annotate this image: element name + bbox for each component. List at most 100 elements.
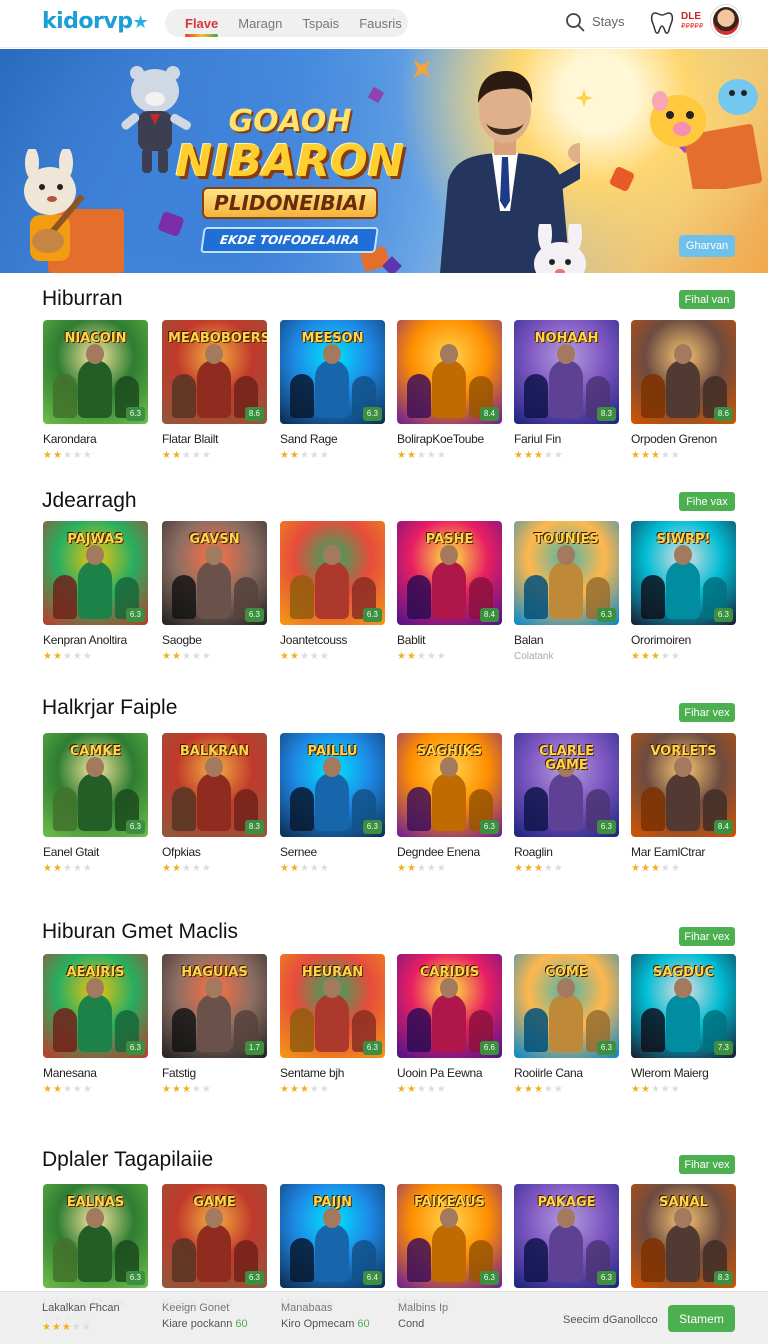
game-thumbnail[interactable]: EALNAS 6.3 <box>43 1184 148 1288</box>
notification-badge[interactable]: DLE ₽₽₽₽₽ <box>681 12 703 32</box>
game-name[interactable]: Ofpkias <box>162 845 267 859</box>
game-name[interactable]: Fariul Fin <box>514 432 619 446</box>
see-all-button[interactable]: Fihar vex <box>679 703 735 722</box>
game-thumbnail[interactable]: PAJWAS 6.3 <box>43 521 148 625</box>
game-name[interactable]: Karondara <box>43 432 148 446</box>
game-name[interactable]: Eanel Gtait <box>43 845 148 859</box>
game-card[interactable]: AEAIRIS 6.3 Manesana ★★★★★ <box>43 954 148 1096</box>
game-name[interactable]: Mar EamlCtrar <box>631 845 736 859</box>
app-logo[interactable]: kidorvp★ <box>42 9 149 34</box>
game-thumbnail[interactable]: VORLETS 8.4 <box>631 733 736 837</box>
game-card[interactable]: VORLETS 8.4 Mar EamlCtrar ★★★★★ <box>631 733 736 875</box>
game-name[interactable]: Sand Rage <box>280 432 385 446</box>
see-all-button[interactable]: Fihar vex <box>679 1155 735 1174</box>
game-thumbnail[interactable]: TOUNIES 6.3 <box>514 521 619 625</box>
banner-cta-button[interactable]: Gharvan <box>679 235 735 257</box>
game-name[interactable]: Ororimoiren <box>631 633 736 647</box>
game-name[interactable]: Orpoden Grenon <box>631 432 736 446</box>
game-thumbnail[interactable]: CLARLE GAME 6.3 <box>514 733 619 837</box>
bottom-item-3[interactable]: Manabaas Kiro Opmecam 60 <box>281 1300 370 1332</box>
search-label[interactable]: Stays <box>592 14 625 29</box>
game-card[interactable]: PAILLU 6.3 Sernee ★★★★★ <box>280 733 385 875</box>
game-card[interactable]: HAGUIAS 1.7 Fatstig ★★★★★ <box>162 954 267 1096</box>
game-card[interactable]: SAGHIKS 6.3 Degndee Enena ★★★★★ <box>397 733 502 875</box>
game-name[interactable]: Flatar Blailt <box>162 432 267 446</box>
game-thumbnail[interactable]: HAGUIAS 1.7 <box>162 954 267 1058</box>
game-thumbnail[interactable]: PAKAGE 6.3 <box>514 1184 619 1288</box>
game-thumbnail[interactable]: 6.3 <box>280 521 385 625</box>
bottom-item-2[interactable]: Keeign Gonet Kiare pockann 60 <box>162 1300 248 1332</box>
game-thumbnail[interactable]: CAMKE 6.3 <box>43 733 148 837</box>
game-name[interactable]: Sernee <box>280 845 385 859</box>
game-thumbnail[interactable]: SIWRP! 6.3 <box>631 521 736 625</box>
game-thumbnail[interactable]: GAVSN 6.3 <box>162 521 267 625</box>
game-card[interactable]: SIWRP! 6.3 Ororimoiren ★★★★★ <box>631 521 736 663</box>
game-card[interactable]: PAJWAS 6.3 Kenpran Anoltira ★★★★★ <box>43 521 148 663</box>
game-thumbnail[interactable]: PAILLU 6.3 <box>280 733 385 837</box>
game-thumbnail[interactable]: NOHAAH 8.3 <box>514 320 619 424</box>
game-name[interactable]: Sentame bjh <box>280 1066 385 1080</box>
game-thumbnail[interactable]: HEURAN 6.3 <box>280 954 385 1058</box>
game-card[interactable]: 8.6 Orpoden Grenon ★★★★★ <box>631 320 736 462</box>
game-name[interactable]: Degndee Enena <box>397 845 502 859</box>
game-thumbnail[interactable]: AEAIRIS 6.3 <box>43 954 148 1058</box>
game-name[interactable]: Joantetcouss <box>280 633 385 647</box>
see-all-button[interactable]: Fihe vax <box>679 492 735 511</box>
game-card[interactable]: CLARLE GAME 6.3 Roaglin ★★★★★ <box>514 733 619 875</box>
game-name[interactable]: Balan <box>514 633 619 647</box>
bottom-item-4[interactable]: Malbins Ip Cond <box>398 1300 448 1332</box>
game-thumbnail[interactable]: CARIDIS 6.6 <box>397 954 502 1058</box>
game-name[interactable]: Bablit <box>397 633 502 647</box>
game-thumbnail[interactable]: PAIJN 6.4 <box>280 1184 385 1288</box>
game-name[interactable]: Roaglin <box>514 845 619 859</box>
game-card[interactable]: 8.4 BolirapKoeToube ★★★★★ <box>397 320 502 462</box>
game-card[interactable]: SAGDUC 7.3 Wlerom Maierg ★★★★★ <box>631 954 736 1096</box>
game-card[interactable]: BALKRAN 8.3 Ofpkias ★★★★★ <box>162 733 267 875</box>
game-thumbnail[interactable]: SAGDUC 7.3 <box>631 954 736 1058</box>
game-thumbnail[interactable]: NIACOIN 6.3 <box>43 320 148 424</box>
game-card[interactable]: GAVSN 6.3 Saogbe ★★★★★ <box>162 521 267 663</box>
game-card[interactable]: MEABOBOERS 8.6 Flatar Blailt ★★★★★ <box>162 320 267 462</box>
game-card[interactable]: NIACOIN 6.3 Karondara ★★★★★ <box>43 320 148 462</box>
game-name[interactable]: Wlerom Maierg <box>631 1066 736 1080</box>
game-thumbnail[interactable]: MEABOBOERS 8.6 <box>162 320 267 424</box>
game-thumbnail[interactable]: SAGHIKS 6.3 <box>397 733 502 837</box>
bottom-search-label[interactable]: Seecim dGanollcco <box>563 1314 658 1326</box>
game-thumbnail[interactable]: COME 6.3 <box>514 954 619 1058</box>
game-card[interactable]: CAMKE 6.3 Eanel Gtait ★★★★★ <box>43 733 148 875</box>
game-thumbnail[interactable]: BALKRAN 8.3 <box>162 733 267 837</box>
game-card[interactable]: SANAL 8.3 <box>631 1184 736 1288</box>
tab-flave[interactable]: Flave <box>175 16 228 37</box>
game-card[interactable]: COME 6.3 Rooiirle Cana ★★★★★ <box>514 954 619 1096</box>
see-all-button[interactable]: Fihar vex <box>679 927 735 946</box>
game-thumbnail[interactable]: PASHE 8.4 <box>397 521 502 625</box>
game-card[interactable]: TOUNIES 6.3 Balan Colatank <box>514 521 619 663</box>
game-card[interactable]: NOHAAH 8.3 Fariul Fin ★★★★★ <box>514 320 619 462</box>
hero-banner[interactable]: GOAOH NIBARON PLIDONEIBIAI EKDE TOIFODEL… <box>0 49 768 273</box>
game-name[interactable]: BolirapKoeToube <box>397 432 502 446</box>
game-thumbnail[interactable]: 8.6 <box>631 320 736 424</box>
bottom-item-1[interactable]: Lakalkan Fhcan ★★★★★ <box>42 1300 120 1333</box>
game-name[interactable]: Kenpran Anoltira <box>43 633 148 647</box>
tooth-icon[interactable] <box>650 10 674 36</box>
game-thumbnail[interactable]: MEESON 6.3 <box>280 320 385 424</box>
search-icon[interactable] <box>565 12 585 32</box>
game-name[interactable]: Saogbe <box>162 633 267 647</box>
game-card[interactable]: MEESON 6.3 Sand Rage ★★★★★ <box>280 320 385 462</box>
tab-maragn[interactable]: Maragn <box>228 16 292 31</box>
game-name[interactable]: Uooin Pa Eewna <box>397 1066 502 1080</box>
game-thumbnail[interactable]: 8.4 <box>397 320 502 424</box>
game-name[interactable]: Rooiirle Cana <box>514 1066 619 1080</box>
bottom-action-button[interactable]: Stamem <box>668 1305 735 1332</box>
game-name[interactable]: Fatstig <box>162 1066 267 1080</box>
game-thumbnail[interactable]: GAME 6.3 <box>162 1184 267 1288</box>
game-card[interactable]: 6.3 Joantetcouss ★★★★★ <box>280 521 385 663</box>
game-card[interactable]: PASHE 8.4 Bablit ★★★★★ <box>397 521 502 663</box>
tab-fausris[interactable]: Fausris <box>349 16 412 31</box>
tab-tspais[interactable]: Tspais <box>292 16 349 31</box>
game-card[interactable]: PAKAGE 6.3 <box>514 1184 619 1288</box>
see-all-button[interactable]: Fihal van <box>679 290 735 309</box>
game-thumbnail[interactable]: FAIKEAUS 6.3 <box>397 1184 502 1288</box>
game-card[interactable]: CARIDIS 6.6 Uooin Pa Eewna ★★★★★ <box>397 954 502 1096</box>
game-card[interactable]: HEURAN 6.3 Sentame bjh ★★★★★ <box>280 954 385 1096</box>
